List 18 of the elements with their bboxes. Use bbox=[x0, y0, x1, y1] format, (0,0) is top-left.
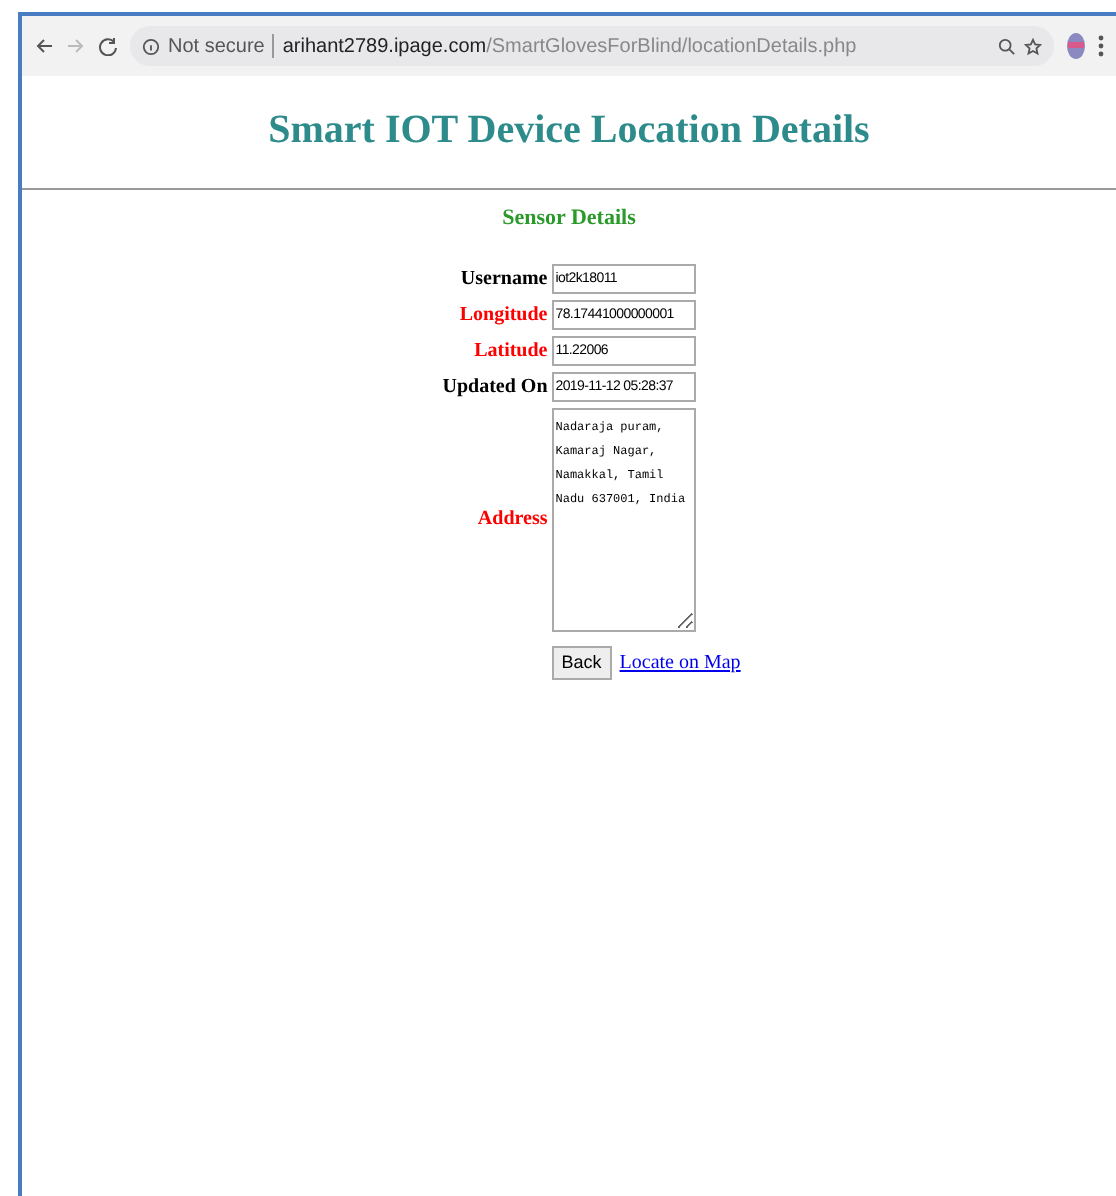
section-heading: Sensor Details bbox=[500, 204, 638, 234]
address-bar[interactable]: Not secure arihant2789.ipage.com/SmartGlovesForBlind/locationDetails.php bbox=[130, 26, 1054, 66]
field-label: Latitude bbox=[472, 337, 548, 365]
field-label: Updated On bbox=[442, 373, 548, 401]
reload-icon[interactable] bbox=[98, 36, 118, 56]
url-text: arihant2789.ipage.com/SmartGlovesForBlind/locationDetails.php bbox=[282, 33, 857, 61]
map-link[interactable]: Locate on Map bbox=[619, 647, 741, 678]
page-title: Smart IOT Device Location Details bbox=[266, 106, 872, 156]
zoom-icon[interactable] bbox=[998, 37, 1016, 55]
menu-icon[interactable] bbox=[1098, 34, 1104, 58]
star-icon[interactable] bbox=[1024, 37, 1042, 55]
security-label: Not secure bbox=[168, 33, 265, 61]
field-label: Username bbox=[458, 265, 548, 293]
info-icon[interactable] bbox=[142, 37, 160, 55]
field-label: Longitude bbox=[457, 301, 548, 329]
back-button[interactable]: Back bbox=[551, 645, 612, 680]
back-icon[interactable] bbox=[34, 36, 54, 56]
field-label: Address bbox=[475, 506, 548, 534]
